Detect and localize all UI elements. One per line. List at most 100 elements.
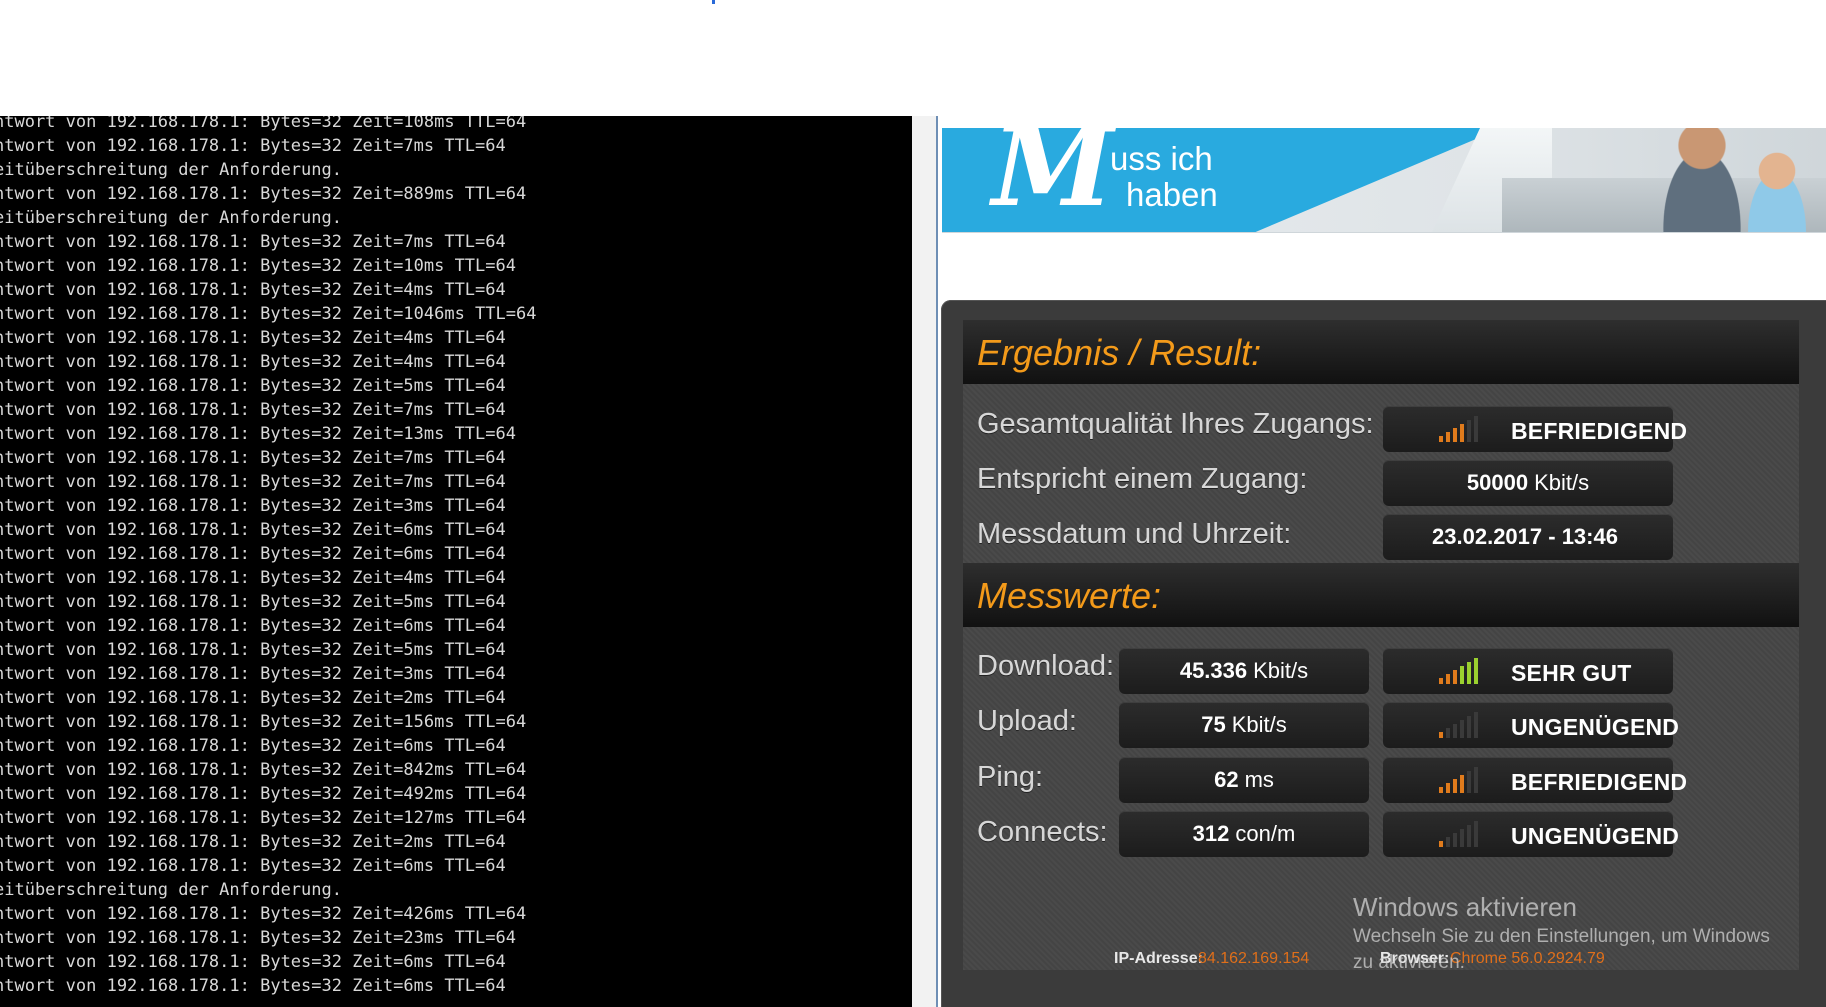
terminal-line: ntwort von 192.168.178.1: Bytes=32 Zeit=… [0,400,506,420]
terminal-line: ntwort von 192.168.178.1: Bytes=32 Zeit=… [0,784,527,804]
equivalent-access-value-box: 50000 Kbit/s [1383,460,1673,506]
ip-address-value: 84.162.169.154 [1198,950,1310,967]
terminal-line: ntwort von 192.168.178.1: Bytes=32 Zeit=… [0,856,506,876]
terminal-line: ntwort von 192.168.178.1: Bytes=32 Zeit=… [0,928,516,948]
signal-bar [1474,712,1478,738]
signal-bar [1453,779,1457,793]
signal-bar [1474,416,1478,442]
signal-bar [1467,420,1471,442]
terminal-line: ntwort von 192.168.178.1: Bytes=32 Zeit=… [0,448,506,468]
terminal-line: ntwort von 192.168.178.1: Bytes=32 Zeit=… [0,496,506,516]
signal-bar [1439,678,1443,684]
terminal-line: ntwort von 192.168.178.1: Bytes=32 Zeit=… [0,328,506,348]
terminal-line: ntwort von 192.168.178.1: Bytes=32 Zeit=… [0,976,506,996]
signal-bar [1446,837,1450,847]
terminal-line: ntwort von 192.168.178.1: Bytes=32 Zeit=… [0,688,506,708]
terminal-line: ntwort von 192.168.178.1: Bytes=32 Zeit=… [0,116,527,132]
download-rating: SEHR GUT [1511,660,1632,686]
download-value: 45.336 [1179,658,1248,683]
activation-watermark-title: Windows aktivieren [1353,892,1577,922]
terminal-line: ntwort von 192.168.178.1: Bytes=32 Zeit=… [0,472,506,492]
result-heading: Ergebnis / Result: [977,332,1262,373]
ad-banner[interactable]: M uss ich haben [942,128,1826,233]
measurement-date-value: 23.02.2017 - 13:46 [1432,524,1618,549]
browser-value: Chrome 56.0.2924.79 [1450,950,1605,967]
terminal-line: ntwort von 192.168.178.1: Bytes=32 Zeit=… [0,592,506,612]
signal-bar [1460,666,1464,684]
terminal-line: eitüberschreitung der Anforderung. [0,880,342,900]
ping-rating: BEFRIEDIGEND [1511,769,1688,795]
signal-bars-icon [1439,416,1499,442]
signal-bar [1446,783,1450,793]
banner-text-line2: haben [1126,176,1218,213]
banner-text-line1: uss ich [1110,140,1213,177]
ping-value: 62 [1214,767,1239,792]
top-bar [0,0,1826,116]
signal-bar [1446,432,1450,442]
measurement-date-box: 23.02.2017 - 13:46 [1383,514,1673,560]
ping-value-box: 62 ms [1119,757,1369,803]
equivalent-access-label: Entspricht einem Zugang: [977,463,1308,495]
terminal-line: ntwort von 192.168.178.1: Bytes=32 Zeit=… [0,808,527,828]
signal-bar [1474,821,1478,847]
overall-quality-rating: BEFRIEDIGEND [1511,418,1688,444]
connects-label: Connects: [977,816,1108,848]
signal-bar [1439,436,1443,442]
signal-bar [1467,771,1471,793]
cursor-mark [712,0,715,4]
connects-rating: UNGENÜGEND [1511,823,1680,849]
signal-bar [1446,674,1450,684]
connects-value-box: 312 con/m [1119,811,1369,857]
terminal-line: ntwort von 192.168.178.1: Bytes=32 Zeit=… [0,712,527,732]
terminal-line: ntwort von 192.168.178.1: Bytes=32 Zeit=… [0,352,506,372]
terminal-line: ntwort von 192.168.178.1: Bytes=32 Zeit=… [0,568,506,588]
terminal-line: ntwort von 192.168.178.1: Bytes=32 Zeit=… [0,616,506,636]
signal-bar [1439,841,1443,847]
result-heading-bar: Ergebnis / Result: [963,320,1799,384]
terminal-line: ntwort von 192.168.178.1: Bytes=32 Zeit=… [0,136,506,156]
connects-rating-box: UNGENÜGEND [1383,811,1679,857]
terminal-line: ntwort von 192.168.178.1: Bytes=32 Zeit=… [0,760,527,780]
signal-bars-icon [1439,712,1499,738]
signal-bar [1439,787,1443,793]
signal-bar [1453,428,1457,442]
activation-watermark-line2: zu aktivieren. [1353,952,1465,973]
upload-value: 75 [1201,712,1226,737]
terminal-window[interactable]: ntwort von 192.168.178.1: Bytes=32 Zeit=… [0,116,912,1007]
signal-bar [1460,424,1464,442]
signal-bar [1474,767,1478,793]
signal-bar [1467,825,1471,847]
terminal-line: ntwort von 192.168.178.1: Bytes=32 Zeit=… [0,904,527,924]
signal-bar [1453,724,1457,738]
signal-bar [1446,728,1450,738]
terminal-line: ntwort von 192.168.178.1: Bytes=32 Zeit=… [0,184,527,204]
terminal-line: ntwort von 192.168.178.1: Bytes=32 Zeit=… [0,520,506,540]
download-label: Download: [977,650,1115,682]
overall-quality-rating-box: BEFRIEDIGEND [1383,406,1687,452]
terminal-line: eitüberschreitung der Anforderung. [0,208,342,228]
ip-address-label: IP-Adresse: [1114,950,1203,967]
terminal-line: ntwort von 192.168.178.1: Bytes=32 Zeit=… [0,376,506,396]
signal-bar [1453,670,1457,684]
ping-label: Ping: [977,761,1044,793]
signal-bars-icon [1439,821,1499,847]
signal-bar [1460,829,1464,847]
connects-value: 312 [1192,821,1230,846]
terminal-output: ntwort von 192.168.178.1: Bytes=32 Zeit=… [0,116,536,998]
upload-value-box: 75 Kbit/s [1119,702,1369,748]
terminal-line: ntwort von 192.168.178.1: Bytes=32 Zeit=… [0,736,506,756]
terminal-line: ntwort von 192.168.178.1: Bytes=32 Zeit=… [0,832,506,852]
upload-label: Upload: [977,705,1077,737]
signal-bar [1467,716,1471,738]
terminal-line: ntwort von 192.168.178.1: Bytes=32 Zeit=… [0,232,506,252]
measurements-heading: Messwerte: [977,575,1162,616]
upload-rating-box: UNGENÜGEND [1383,702,1679,748]
browser-window[interactable]: M uss ich haben Ergebnis / Result: Gesam… [938,116,1826,1007]
signal-bar [1467,662,1471,684]
signal-bar [1453,833,1457,847]
ping-unit: ms [1244,767,1274,792]
signal-bar [1474,658,1478,684]
signal-bar [1460,720,1464,738]
upload-rating: UNGENÜGEND [1511,714,1680,740]
connects-unit: con/m [1235,821,1296,846]
